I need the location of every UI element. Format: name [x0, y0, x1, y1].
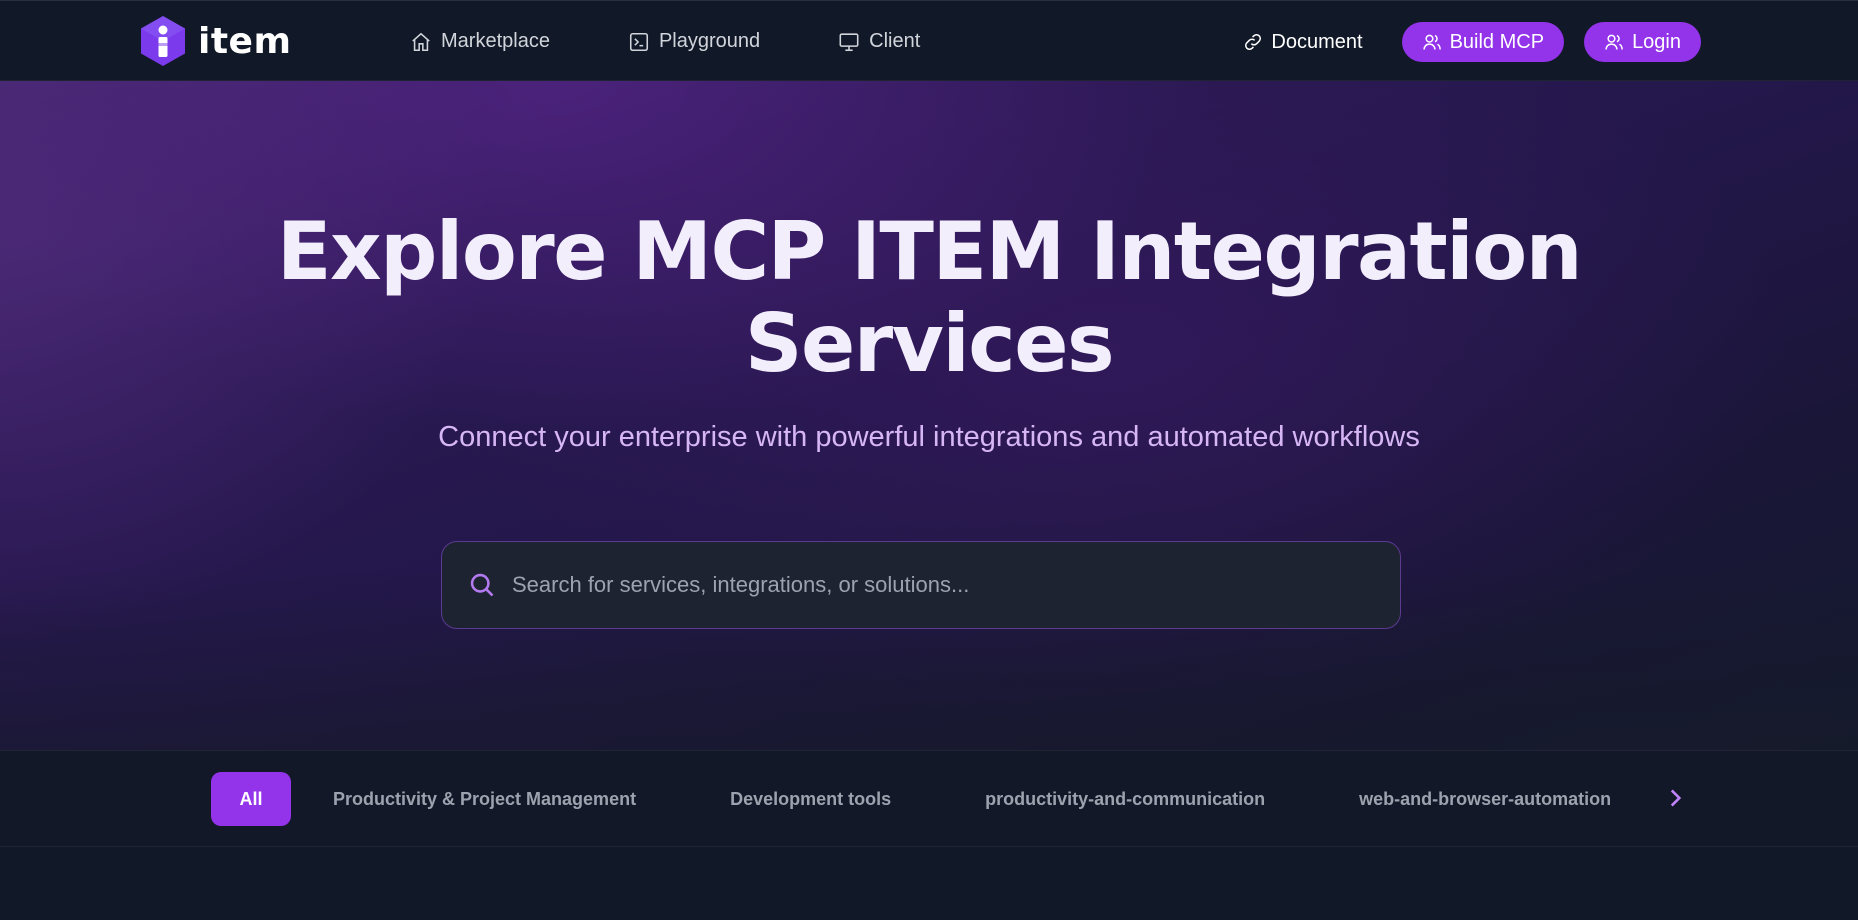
category-tab-productivity-project-management[interactable]: Productivity & Project Management	[309, 772, 660, 826]
category-scroll-fade	[1620, 771, 1660, 825]
nav-marketplace-label: Marketplace	[441, 30, 550, 52]
category-tab-all[interactable]: All	[211, 772, 291, 826]
document-link-label: Document	[1271, 30, 1363, 53]
hero-title-line1: Explore MCP ITEM Integration	[276, 205, 1583, 298]
top-navbar: item Marketplace Playground Client Docum…	[0, 0, 1858, 81]
search-input[interactable]	[512, 565, 1372, 605]
category-tab-web-and-browser-automation[interactable]: web-and-browser-automation	[1335, 772, 1635, 826]
build-mcp-label: Build MCP	[1449, 30, 1545, 53]
hero-title: Explore MCP ITEM Integration Services	[0, 206, 1858, 390]
link-icon	[1245, 33, 1262, 51]
hero-title-line2: Services	[744, 297, 1115, 390]
users-icon	[1422, 34, 1441, 50]
nav-client[interactable]: Client	[838, 30, 920, 53]
terminal-icon	[629, 32, 648, 51]
hero-section: Explore MCP ITEM Integration Services Co…	[0, 81, 1858, 750]
category-tab-productivity-and-communication[interactable]: productivity-and-communication	[961, 772, 1289, 826]
category-tabs: All Productivity & Project Management De…	[211, 772, 1681, 826]
category-bar: All Productivity & Project Management De…	[0, 750, 1858, 847]
home-icon	[412, 32, 430, 51]
main-nav: Marketplace Playground Client	[410, 1, 998, 82]
search-icon	[468, 571, 496, 599]
hero-subtitle: Connect your enterprise with powerful in…	[438, 421, 1420, 453]
nav-playground[interactable]: Playground	[628, 30, 760, 53]
search-box	[441, 541, 1401, 629]
nav-client-label: Client	[869, 30, 921, 52]
document-link[interactable]: Document	[1243, 30, 1363, 54]
content-area	[0, 847, 1858, 920]
nav-playground-label: Playground	[658, 30, 761, 52]
chevron-right-icon[interactable]	[1662, 785, 1688, 811]
login-label: Login	[1632, 30, 1681, 53]
brand-name: item	[198, 20, 292, 62]
build-mcp-button[interactable]: Build MCP	[1401, 22, 1565, 62]
monitor-icon	[839, 32, 859, 51]
nav-actions: Document Build MCP Login	[1243, 22, 1701, 62]
category-tab-development-tools[interactable]: Development tools	[706, 772, 915, 826]
brand-logo[interactable]: item	[140, 15, 291, 67]
login-button[interactable]: Login	[1584, 22, 1701, 62]
users-icon	[1605, 34, 1623, 50]
hexagon-logo-icon	[141, 16, 185, 66]
nav-marketplace[interactable]: Marketplace	[410, 30, 550, 53]
